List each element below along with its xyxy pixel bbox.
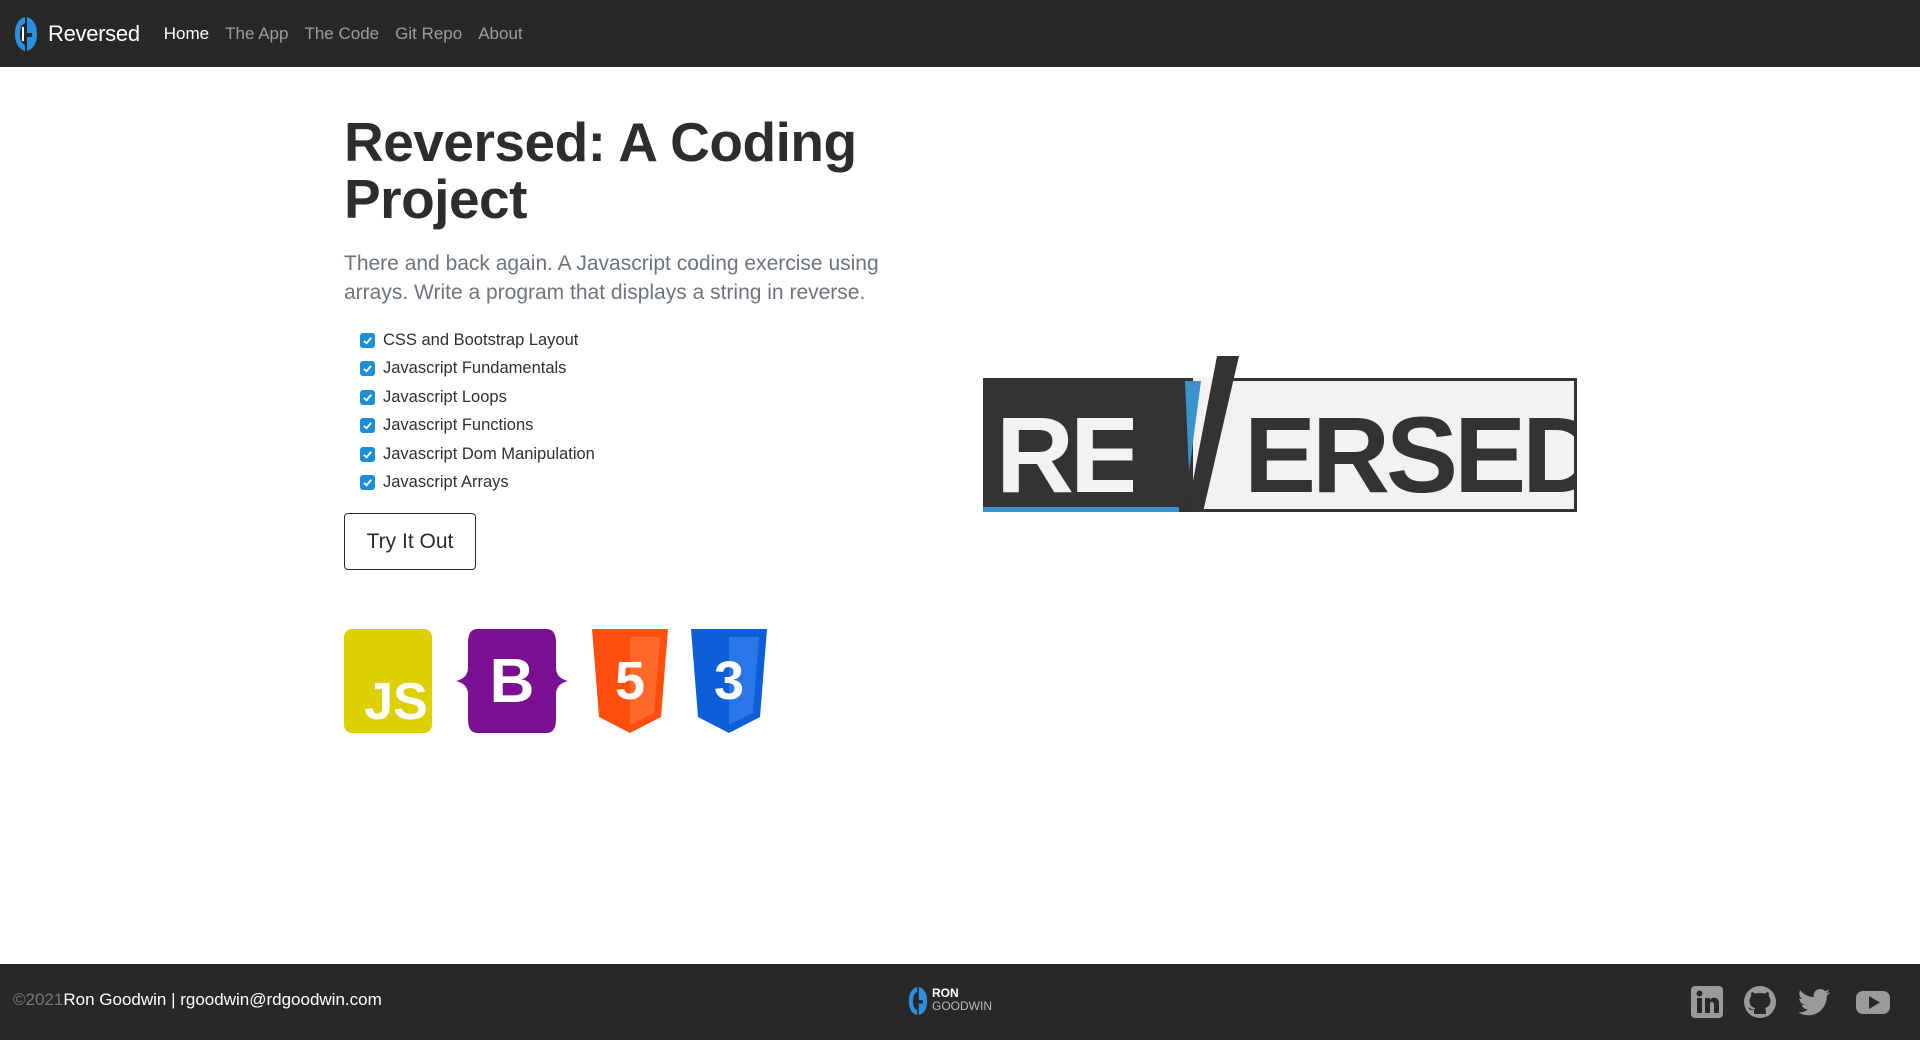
page-title-line-2: Project: [344, 168, 527, 230]
css3-icon: 3: [691, 629, 767, 733]
nav-link-the-code[interactable]: The Code: [304, 24, 379, 44]
twitter-icon[interactable]: [1797, 984, 1833, 1020]
skill-item: Javascript Loops: [360, 383, 595, 412]
html5-icon: 5: [592, 629, 668, 733]
skill-label: Javascript Loops: [383, 387, 507, 406]
skill-label: Javascript Dom Manipulation: [383, 444, 595, 463]
reversed-logo: RE ERSED: [983, 356, 1577, 512]
skill-label: Javascript Arrays: [383, 473, 509, 492]
skill-item: CSS and Bootstrap Layout: [360, 326, 595, 355]
javascript-icon: JS: [344, 629, 432, 733]
youtube-icon[interactable]: [1855, 984, 1891, 1020]
github-icon[interactable]: [1742, 984, 1778, 1020]
checkbox-checked-icon: [360, 475, 375, 491]
nav-link-git-repo[interactable]: Git Repo: [395, 24, 462, 44]
footer-copyright: ©2021Ron Goodwin | rgoodwin@rdgoodwin.co…: [13, 990, 382, 1010]
skill-item: Javascript Arrays: [360, 469, 595, 498]
skill-item: Javascript Functions: [360, 412, 595, 441]
css3-icon-label: 3: [714, 651, 744, 711]
footer-contact: Ron Goodwin | rgoodwin@rdgoodwin.com: [63, 990, 382, 1009]
try-it-out-button[interactable]: Try It Out: [344, 513, 476, 570]
hero-lead: There and back again. A Javascript codin…: [344, 252, 879, 304]
reversed-logo-box: RE ERSED: [983, 378, 1577, 512]
checkbox-checked-icon: [360, 361, 375, 377]
footer-logo-line-2: GOODWIN: [932, 999, 992, 1013]
page-title: Reversed: A Coding Project: [344, 114, 864, 228]
bootstrap-icon: B: [456, 629, 568, 733]
html5-icon-label: 5: [615, 651, 645, 711]
skill-label: Javascript Functions: [383, 416, 534, 435]
checkbox-checked-icon: [360, 418, 375, 434]
checkbox-checked-icon: [360, 389, 375, 405]
reversed-logo-text-right: ERSED: [1244, 394, 1577, 512]
navbar: Reversed Home The App The Code Git Repo …: [0, 0, 1920, 67]
navbar-brand[interactable]: Reversed: [14, 15, 140, 53]
nav-link-about[interactable]: About: [478, 24, 522, 44]
javascript-icon-label: JS: [364, 673, 428, 731]
reversed-logo-v-slash: [1133, 356, 1239, 512]
linkedin-icon[interactable]: [1689, 984, 1725, 1020]
checkbox-checked-icon: [360, 446, 375, 462]
footer-logo: RON GOODWIN: [908, 981, 1000, 1021]
nav-link-the-app[interactable]: The App: [225, 24, 288, 44]
rg-logo-icon: [908, 986, 928, 1016]
reversed-logo-text-left: RE: [996, 394, 1142, 512]
skill-item: Javascript Dom Manipulation: [360, 440, 595, 469]
footer: ©2021Ron Goodwin | rgoodwin@rdgoodwin.co…: [0, 964, 1920, 1040]
brand-title: Reversed: [48, 20, 140, 46]
nav-links: Home The App The Code Git Repo About: [164, 24, 539, 44]
rg-logo-icon: [15, 16, 37, 51]
skill-item: Javascript Fundamentals: [360, 355, 595, 384]
page-title-line-1: Reversed: A Coding: [344, 111, 857, 173]
reversed-logo-accent-bar: [983, 507, 1179, 512]
skill-label: CSS and Bootstrap Layout: [383, 330, 579, 349]
footer-year: ©2021: [13, 990, 64, 1009]
checkbox-checked-icon: [360, 332, 375, 348]
skills-list: CSS and Bootstrap Layout Javascript Fund…: [360, 326, 595, 497]
nav-link-home[interactable]: Home: [164, 24, 209, 44]
bootstrap-icon-label: B: [490, 647, 535, 716]
skill-label: Javascript Fundamentals: [383, 359, 567, 378]
